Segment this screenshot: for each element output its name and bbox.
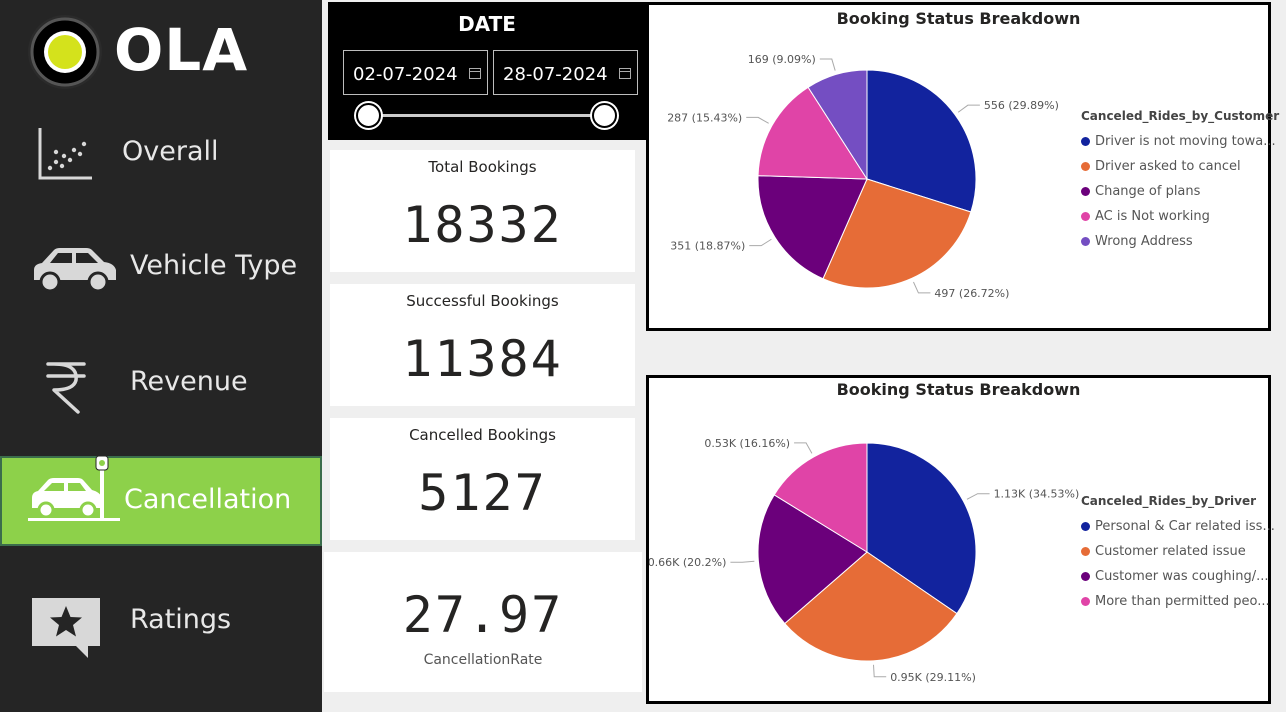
label-leader-line	[873, 664, 887, 678]
legend-dot-icon	[1081, 162, 1090, 171]
sidebar: OLA Overall Vehicle Type Revenue Cancell…	[0, 0, 322, 712]
legend-label: Customer related issue	[1095, 544, 1246, 559]
chart-legend: Canceled_Rides_by_Customer Driver is not…	[1081, 109, 1279, 254]
legend-item[interactable]: Change of plans	[1081, 179, 1279, 204]
legend-label: More than permitted peo...	[1095, 594, 1270, 609]
sidebar-item-label: Revenue	[130, 366, 248, 397]
scatter-chart-icon	[38, 128, 92, 180]
legend-dot-icon	[1081, 237, 1090, 246]
legend-label: AC is Not working	[1095, 209, 1210, 224]
legend-label: Customer was coughing/...	[1095, 569, 1269, 584]
legend-dot-icon	[1081, 137, 1090, 146]
date-filter-title: DATE	[458, 12, 516, 36]
label-leader-line	[730, 560, 755, 563]
legend-item[interactable]: Driver is not moving towa...	[1081, 129, 1279, 154]
data-label: 1.13K (34.53%)	[994, 488, 1080, 501]
kpi-cancellation-rate: 27.97 CancellationRate	[324, 552, 642, 692]
data-label: 287 (15.43%)	[667, 111, 742, 124]
sidebar-item-label: Cancellation	[124, 484, 292, 515]
kpi-label: Total Bookings	[428, 158, 537, 176]
data-label: 0.53K (16.16%)	[704, 437, 790, 450]
legend-items: Driver is not moving towa... Driver asked…	[1081, 129, 1279, 254]
kpi-value: 18332	[402, 196, 563, 254]
label-leader-line	[749, 238, 772, 247]
label-leader-line	[819, 58, 836, 71]
sidebar-item-vehicle-type[interactable]: Vehicle Type	[0, 222, 322, 312]
legend-label: Change of plans	[1095, 184, 1201, 199]
car-icon	[34, 248, 116, 293]
calendar-icon[interactable]	[469, 68, 481, 79]
data-label: 497 (26.72%)	[934, 287, 1009, 300]
kpi-cancelled-bookings: Cancelled Bookings 5127	[330, 418, 635, 540]
kpi-value: 5127	[418, 464, 547, 522]
kpi-successful-bookings: Successful Bookings 11384	[330, 284, 635, 406]
sidebar-item-overall[interactable]: Overall	[0, 108, 322, 198]
dashboard: OLA Overall Vehicle Type Revenue Cancell…	[0, 0, 1286, 712]
legend-label: Driver asked to cancel	[1095, 159, 1241, 174]
data-label: 0.66K (20.2%)	[649, 556, 726, 569]
legend-item[interactable]: More than permitted peo...	[1081, 589, 1275, 614]
legend-label: Wrong Address	[1095, 234, 1193, 249]
date-range-end-handle[interactable]	[592, 103, 617, 128]
sidebar-item-revenue[interactable]: Revenue	[0, 336, 322, 426]
pie-chart-customer: Booking Status Breakdown 556 (29.89%) 497…	[646, 2, 1279, 331]
legend-item[interactable]: Personal & Car related iss...	[1081, 514, 1275, 539]
start-date-value: 02-07-2024	[353, 64, 458, 85]
kpi-label: Successful Bookings	[406, 292, 559, 310]
legend-dot-icon	[1081, 522, 1090, 531]
sidebar-item-label: Vehicle Type	[130, 250, 298, 281]
end-date-input[interactable]: 28-07-2024	[493, 50, 638, 95]
legend-dot-icon	[1081, 597, 1090, 606]
calendar-icon[interactable]	[619, 68, 631, 79]
star-message-icon	[32, 598, 100, 658]
label-leader-line	[794, 442, 813, 454]
kpi-value: 11384	[402, 330, 563, 388]
label-leader-line	[966, 493, 990, 500]
legend-title: Canceled_Rides_by_Driver	[1081, 494, 1257, 508]
car-crash-icon	[28, 455, 120, 521]
ola-logo: OLA	[26, 14, 266, 92]
legend-dot-icon	[1081, 187, 1090, 196]
date-range-start-handle[interactable]	[356, 103, 381, 128]
date-range-slider-track[interactable]	[368, 114, 608, 117]
sidebar-item-cancellation[interactable]: Cancellation	[0, 455, 322, 546]
data-label: 351 (18.87%)	[670, 240, 745, 253]
kpi-total-bookings: Total Bookings 18332	[330, 150, 635, 272]
legend-label: Personal & Car related iss...	[1095, 519, 1275, 534]
kpi-value: 27.97	[402, 586, 564, 644]
sidebar-item-ratings[interactable]: Ratings	[0, 574, 322, 664]
date-filter: DATE 02-07-2024 28-07-2024	[328, 2, 646, 140]
legend-item[interactable]: Driver asked to cancel	[1081, 154, 1279, 179]
legend-dot-icon	[1081, 547, 1090, 556]
data-label: 0.95K (29.11%)	[890, 671, 976, 684]
label-leader-line	[746, 116, 769, 124]
legend-label: Driver is not moving towa...	[1095, 134, 1276, 149]
end-date-value: 28-07-2024	[503, 64, 608, 85]
legend-item[interactable]: Customer related issue	[1081, 539, 1275, 564]
data-label: 556 (29.89%)	[984, 99, 1059, 112]
ola-logo-icon	[28, 15, 102, 89]
legend-items: Personal & Car related iss... Customer re…	[1081, 514, 1275, 614]
pie-chart-driver: Booking Status Breakdown 1.13K (34.53%) 0…	[646, 375, 1275, 704]
legend-item[interactable]: AC is Not working	[1081, 204, 1279, 229]
legend-item[interactable]: Wrong Address	[1081, 229, 1279, 254]
chart-legend: Canceled_Rides_by_Driver Personal & Car …	[1081, 494, 1275, 614]
legend-dot-icon	[1081, 212, 1090, 221]
data-label: 169 (9.09%)	[748, 53, 816, 66]
label-leader-line	[913, 281, 931, 294]
legend-item[interactable]: Customer was coughing/...	[1081, 564, 1275, 589]
label-leader-line	[957, 104, 980, 113]
rupee-icon	[46, 362, 86, 414]
legend-dot-icon	[1081, 572, 1090, 581]
kpi-label: CancellationRate	[423, 652, 543, 668]
sidebar-item-label: Ratings	[130, 604, 232, 635]
start-date-input[interactable]: 02-07-2024	[343, 50, 488, 95]
kpi-label: Cancelled Bookings	[409, 426, 556, 444]
brand-name: OLA	[114, 16, 249, 84]
legend-title: Canceled_Rides_by_Customer	[1081, 109, 1280, 123]
sidebar-item-label: Overall	[122, 136, 219, 167]
